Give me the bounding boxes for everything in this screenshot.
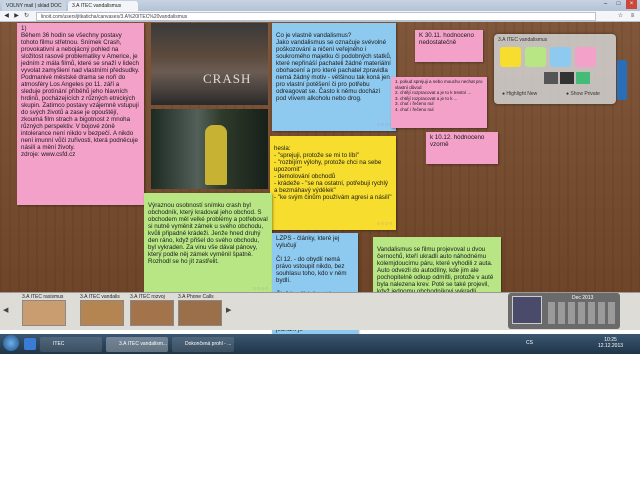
clock[interactable]: 10:25 12.12.2013: [598, 337, 623, 349]
star-icon[interactable]: ☆: [616, 12, 625, 21]
side-tab[interactable]: [617, 60, 627, 100]
note-shopkeeper[interactable]: Výraznou osobností snímku crash byl obch…: [144, 193, 272, 295]
ie-icon[interactable]: [24, 338, 36, 350]
thumb-label: 3.A ITEC rasismus: [22, 294, 64, 300]
calendar-month: Dec 2013: [572, 295, 594, 301]
upload-icon[interactable]: [576, 72, 590, 84]
calendar-grid[interactable]: [548, 302, 616, 324]
movie-still-image[interactable]: [151, 109, 268, 189]
highlight-new-toggle[interactable]: ● Highlight New: [502, 91, 537, 97]
crash-poster-image[interactable]: CRASH: [151, 23, 268, 105]
note-grade-2[interactable]: k 10.12. hodnoceno vzorně: [426, 132, 498, 164]
url-input[interactable]: linoit.com/users/jitkaticha/canvases/3.A…: [36, 12, 596, 21]
thumb-vandalismus[interactable]: [80, 300, 124, 326]
board-panel: 3.A ITEC vandalismus ● Highlight New ● S…: [494, 34, 616, 104]
start-button[interactable]: [3, 335, 19, 351]
taskbar-item-itec[interactable]: ITEC: [40, 337, 102, 352]
taskbar-item-download[interactable]: Dokončená prohl - ...: [172, 337, 234, 352]
maximize-button[interactable]: □: [613, 0, 624, 9]
forward-icon[interactable]: ▶: [12, 12, 21, 21]
reload-icon[interactable]: ↻: [22, 12, 31, 21]
thumb-phone-calls[interactable]: [178, 300, 222, 326]
thumb-label: 3.A Phone Calls: [178, 294, 214, 300]
language-indicator[interactable]: CS: [526, 340, 533, 346]
minimize-button[interactable]: –: [600, 0, 611, 9]
note-list[interactable]: 1. pokud sprejuji a nebo mouchu nechat p…: [391, 77, 487, 128]
note-actions-icon[interactable]: ○○○○: [377, 221, 393, 228]
show-private-label: Show Private: [570, 91, 600, 97]
poster-title: CRASH: [203, 71, 252, 86]
camera-icon[interactable]: [560, 72, 574, 84]
back-icon[interactable]: ◀: [2, 12, 11, 21]
close-button[interactable]: ×: [626, 0, 637, 9]
note-slogans[interactable]: hesla: - "sprejuji, protože se mi to líb…: [270, 136, 396, 230]
tab-linoit[interactable]: 3.A ITEC vandalismus: [68, 1, 138, 11]
note-crash-plot[interactable]: 1) Během 36 hodin se všechny postavy toh…: [17, 23, 144, 205]
scroll-right-icon[interactable]: ▶: [226, 306, 231, 314]
note-text: Co je vlastně vandalismus? Jako vandalis…: [276, 32, 392, 102]
calendar-preview: [512, 296, 542, 324]
menu-icon[interactable]: ≡: [628, 12, 637, 21]
thumb-rasismus[interactable]: [22, 300, 66, 326]
scroll-left-icon[interactable]: ◀: [3, 306, 8, 314]
folder-icon[interactable]: [544, 72, 558, 84]
show-private-toggle[interactable]: ● Show Private: [566, 91, 600, 97]
calendar-widget[interactable]: Dec 2013: [508, 293, 620, 329]
thumb-label: 3.A ITEC rozvoj: [130, 294, 165, 300]
yellow-note-swatch[interactable]: [500, 47, 521, 67]
note-text: Výraznou osobností snímku crash byl obch…: [148, 202, 268, 265]
blue-note-swatch[interactable]: [550, 47, 571, 67]
thumb-rozvoj[interactable]: [130, 300, 174, 326]
thumb-label: 3.A ITEC vandalis: [80, 294, 120, 300]
board-title: 3.A ITEC vandalismus: [498, 37, 548, 43]
note-text: hesla: - "sprejuji, protože se mi to líb…: [274, 145, 392, 201]
clock-date: 12.12.2013: [598, 343, 624, 349]
highlight-label: Highlight New: [506, 91, 538, 97]
taskbar-item-chrome[interactable]: 3.A ITEC vandalism...: [106, 337, 168, 352]
note-what-is-vandalism[interactable]: Co je vlastně vandalismus? Jako vandalis…: [272, 23, 396, 131]
figure-shape: [205, 125, 227, 185]
pink-note-swatch[interactable]: [575, 47, 596, 67]
note-grade-1[interactable]: K 30.11. hodnoceno nedostatečně: [415, 30, 483, 62]
green-note-swatch[interactable]: [525, 47, 546, 67]
tab-mail[interactable]: VOLNY mail | sklad DOC: [2, 1, 66, 11]
